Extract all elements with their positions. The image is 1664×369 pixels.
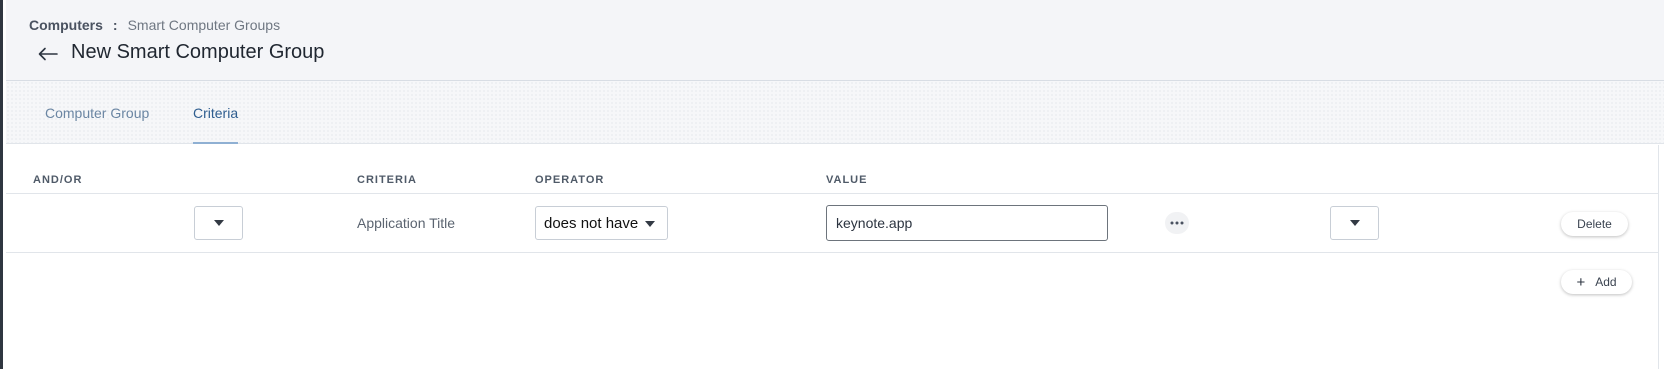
header-operator: OPERATOR <box>535 174 605 186</box>
criteria-name: Application Title <box>357 215 456 231</box>
plus-icon: + <box>1576 273 1586 291</box>
criteria-row: Application Title does not have Delete <box>6 194 1658 253</box>
delete-button[interactable]: Delete <box>1561 212 1628 236</box>
header-and-or: AND/OR <box>33 174 83 186</box>
criteria-table-header: AND/OR CRITERIA OPERATOR VALUE <box>6 145 1658 194</box>
caret-down-icon <box>645 221 655 227</box>
page-header: Computers : Smart Computer Groups New Sm… <box>6 0 1664 81</box>
page-title: New Smart Computer Group <box>71 41 325 63</box>
criteria-panel: AND/OR CRITERIA OPERATOR VALUE Applicati… <box>6 145 1659 369</box>
tab-bar: Computer Group Criteria <box>6 81 1664 144</box>
header-value: VALUE <box>826 174 868 186</box>
closing-paren-select[interactable] <box>1330 206 1379 240</box>
operator-select[interactable]: does not have <box>535 206 668 240</box>
opening-paren-select[interactable] <box>194 206 243 240</box>
breadcrumb-separator: : <box>112 17 118 33</box>
breadcrumb-root[interactable]: Computers <box>29 17 103 33</box>
ellipsis-icon <box>1170 221 1184 225</box>
value-input[interactable] <box>826 205 1108 241</box>
add-criteria-button[interactable]: + Add <box>1561 270 1632 294</box>
arrow-left-icon <box>38 47 58 61</box>
header-criteria: CRITERIA <box>357 174 417 186</box>
app-frame: Computers : Smart Computer Groups New Sm… <box>0 0 1664 369</box>
operator-value: does not have <box>544 214 639 232</box>
breadcrumb-current[interactable]: Smart Computer Groups <box>128 17 281 33</box>
caret-down-icon <box>1349 220 1360 226</box>
value-options-button[interactable] <box>1165 212 1189 234</box>
tab-criteria[interactable]: Criteria <box>193 81 239 144</box>
add-label: Add <box>1595 275 1617 289</box>
caret-down-icon <box>213 220 224 226</box>
back-button[interactable] <box>36 42 60 66</box>
tab-computer-group[interactable]: Computer Group <box>45 81 149 144</box>
breadcrumb: Computers : Smart Computer Groups <box>29 17 280 33</box>
